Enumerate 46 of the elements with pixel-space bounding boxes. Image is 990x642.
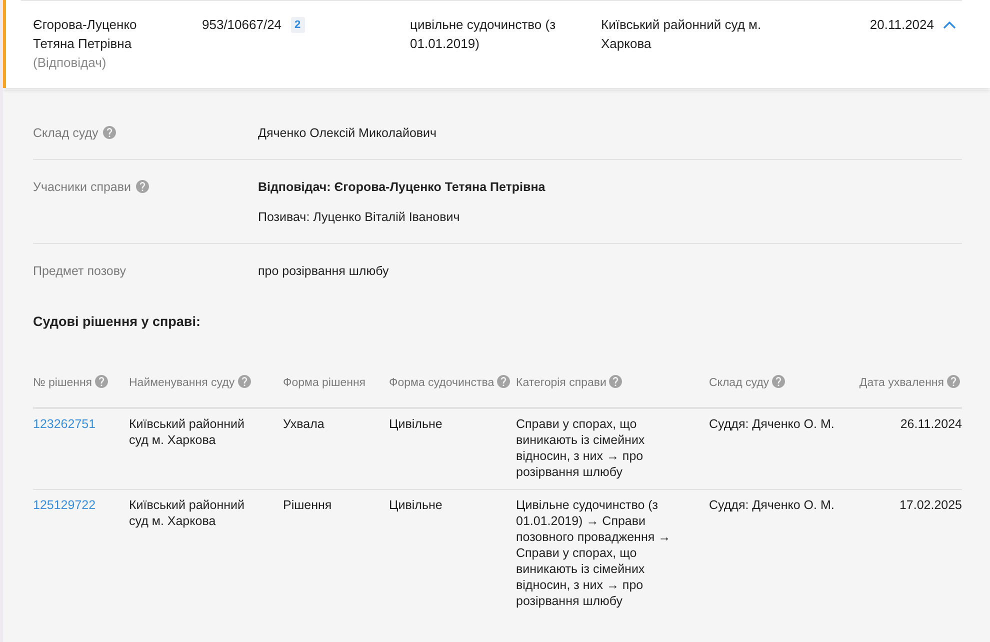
proceeding-form: Цивільне — [389, 497, 442, 513]
field-value: Дяченко Олексій Миколайович — [258, 125, 437, 142]
help-icon[interactable] — [947, 375, 960, 388]
column-header: Форма рішення — [283, 377, 366, 389]
column-header: Найменування суду — [129, 377, 235, 389]
help-icon[interactable] — [609, 375, 622, 388]
case-date: 20.11.2024 — [870, 17, 934, 32]
field-value: Відповідач: Єгорова-Луценко Тетяна Петрівна — [258, 179, 546, 196]
help-icon[interactable] — [238, 375, 251, 388]
section-title: Судові рішення у справі: — [33, 313, 200, 331]
judge-name: Суддя: Дяченко О. М. — [709, 416, 834, 432]
party-name: Єгорова-Луценко Тетяна Петрівна — [33, 16, 138, 53]
column-header: Форма судочинства — [389, 377, 494, 389]
court-name: Київський районний суд м. Харкова — [129, 416, 246, 448]
help-icon[interactable] — [497, 375, 510, 388]
column-header: Дата ухвалення — [859, 377, 944, 389]
field-label: Учасники справи — [33, 179, 132, 196]
chevron-up-icon[interactable] — [943, 21, 956, 29]
help-icon[interactable] — [136, 180, 150, 193]
help-icon[interactable] — [95, 375, 108, 388]
field-value: про розірвання шлюбу — [258, 263, 389, 280]
decision-number-link[interactable]: 125129722 — [33, 498, 96, 512]
decision-form: Ухвала — [283, 416, 324, 432]
decision-form: Рішення — [283, 497, 332, 513]
decision-number-link[interactable]: 123262751 — [33, 417, 96, 431]
judge-name: Суддя: Дяченко О. М. — [709, 497, 834, 513]
column-header: № рішення — [33, 377, 92, 389]
case-number: 953/10667/24 — [202, 16, 282, 34]
decision-date: 17.02.2025 — [899, 497, 962, 513]
column-header: Категорія справи — [516, 377, 606, 389]
case-card[interactable]: Єгорова-Луценко Тетяна Петрівна (Відповідач) 953/10667/24 2 цивільне судочинство (з 01.01.2019) Київський районний суд м. Харкова 20.11.2024 — [3, 0, 990, 88]
field-label: Предмет позову — [33, 263, 126, 280]
help-icon[interactable] — [772, 375, 786, 388]
proceeding-type: цивільне судочинство (з 01.01.2019) — [410, 16, 557, 53]
party-role: (Відповідач) — [33, 54, 106, 72]
column-header: Склад суду — [709, 377, 770, 389]
field-value: Позивач: Луценко Віталій Іванович — [258, 209, 460, 226]
decision-date: 26.11.2024 — [900, 416, 962, 432]
case-category: Цивільне судочинство (з 01.01.2019) → Справи позовного провадження → Справи у спорах, що виникають із сімейних відносин, з них → про розірвання шлюбу — [516, 497, 672, 609]
help-icon[interactable] — [103, 126, 116, 139]
count-badge: 2 — [290, 17, 305, 33]
court-name: Київський районний суд м. Харкова — [129, 497, 246, 529]
field-label: Склад суду — [33, 125, 98, 142]
court-name: Київський районний суд м. Харкова — [601, 16, 762, 53]
case-category: Справи у спорах, що виникають із сімейних відносин, з них → про розірвання шлюбу — [516, 416, 646, 480]
proceeding-form: Цивільне — [389, 416, 442, 432]
